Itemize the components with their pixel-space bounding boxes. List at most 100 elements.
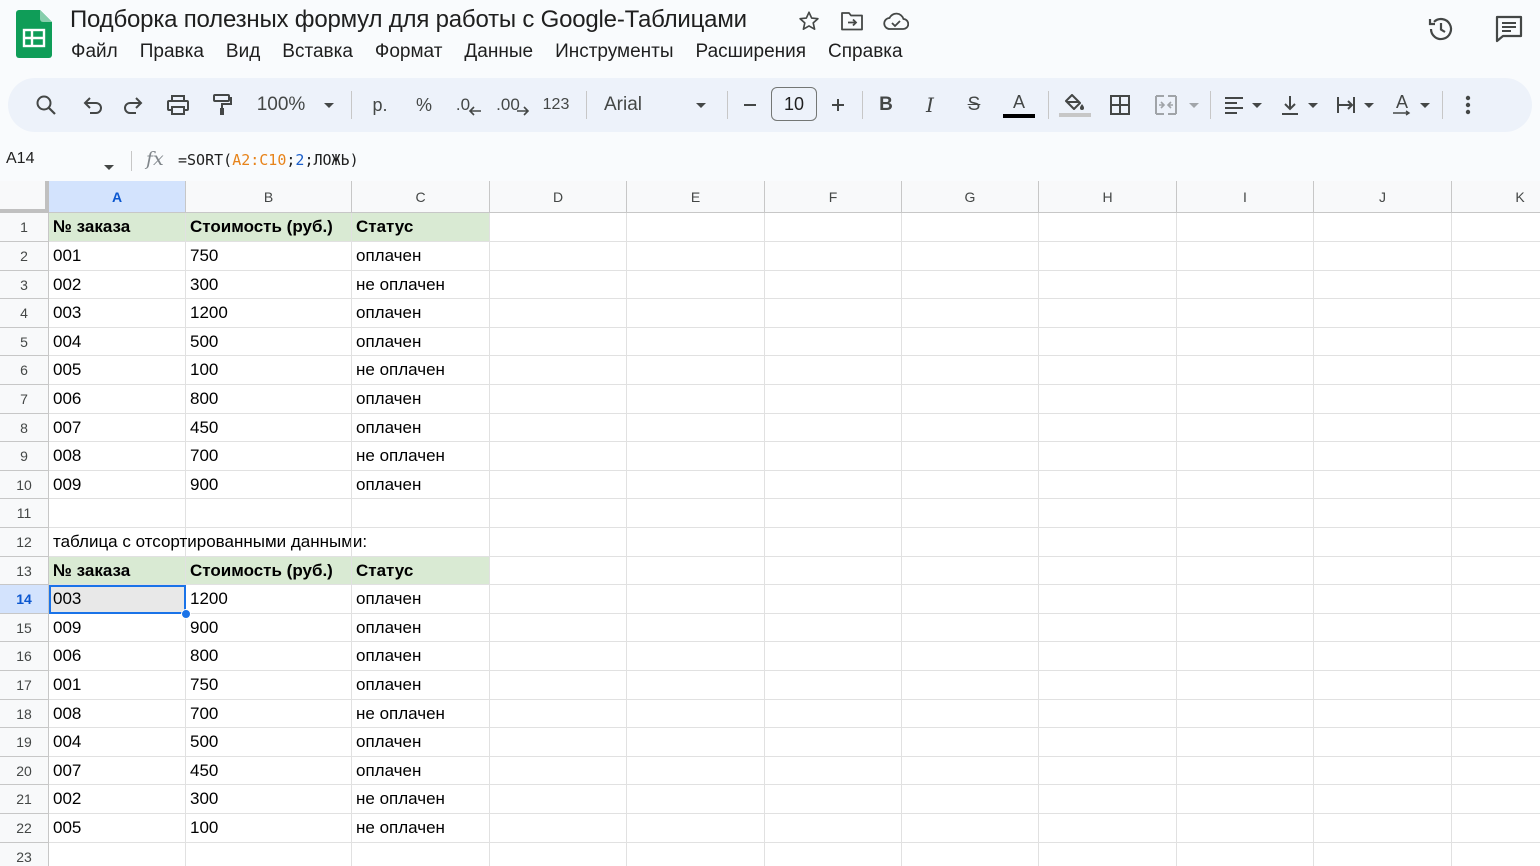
cell-f6[interactable] [765,356,902,385]
star-icon[interactable] [795,8,823,34]
row-header-15[interactable]: 15 [0,613,49,643]
cell-k18[interactable] [1452,700,1540,729]
row-header-8[interactable]: 8 [0,413,49,443]
cell-j12[interactable] [1314,528,1452,557]
cell-k4[interactable] [1452,299,1540,328]
cell-a5[interactable]: 004 [49,327,186,357]
cell-e17[interactable] [627,671,765,700]
cell-e4[interactable] [627,299,765,328]
cell-g14[interactable] [902,585,1039,614]
cell-j13[interactable] [1314,556,1452,586]
cell-d13[interactable] [490,556,627,586]
number-format-button[interactable]: 123 [538,87,574,123]
row-header-17[interactable]: 17 [0,671,49,700]
row-header-13[interactable]: 13 [0,556,49,586]
cell-i23[interactable] [1177,842,1314,866]
cell-i12[interactable] [1177,528,1314,557]
row-header-5[interactable]: 5 [0,327,49,357]
cell-d4[interactable] [490,299,627,328]
cell-k2[interactable] [1452,242,1540,271]
cell-e15[interactable] [627,613,765,643]
fill-color-button[interactable] [1058,87,1092,123]
cell-b18[interactable]: 700 [186,699,352,729]
cell-f2[interactable] [765,242,902,271]
cell-h3[interactable] [1039,270,1177,300]
cell-k11[interactable] [1452,499,1540,528]
font-family-select[interactable]: Arial [604,87,684,123]
cell-k6[interactable] [1452,356,1540,385]
print-icon[interactable] [164,87,192,123]
cell-d14[interactable] [490,585,627,614]
cell-c7[interactable]: оплачен [352,385,490,414]
cell-g7[interactable] [902,385,1039,414]
menu-extensions[interactable]: Расширения [685,38,818,66]
text-rotation-button[interactable]: A [1388,87,1416,123]
rotation-chevron-down-icon[interactable] [1419,87,1431,123]
cell-f17[interactable] [765,671,902,700]
bold-button[interactable]: B [874,87,898,123]
menu-view[interactable]: Вид [215,38,271,66]
cell-g16[interactable] [902,642,1039,671]
cell-j3[interactable] [1314,270,1452,300]
cell-a15[interactable]: 009 [49,613,186,643]
cell-k5[interactable] [1452,328,1540,357]
cell-c20[interactable]: оплачен [352,756,490,786]
cell-e21[interactable] [627,785,765,814]
cell-k10[interactable] [1452,471,1540,500]
cell-g15[interactable] [902,613,1039,643]
cell-k20[interactable] [1452,757,1540,786]
cell-f19[interactable] [765,728,902,757]
cell-g11[interactable] [902,499,1039,528]
cell-h1[interactable] [1039,213,1177,242]
row-header-20[interactable]: 20 [0,756,49,786]
row-header-3[interactable]: 3 [0,270,49,300]
menu-data[interactable]: Данные [453,38,544,66]
fill-handle[interactable] [181,608,191,619]
cell-i2[interactable] [1177,242,1314,271]
align-chevron-down-icon[interactable] [1251,87,1263,123]
cell-k1[interactable] [1452,213,1540,242]
cell-b6[interactable]: 100 [186,356,352,385]
cell-e22[interactable] [627,814,765,843]
cell-i9[interactable] [1177,442,1314,471]
cell-g5[interactable] [902,327,1039,357]
row-header-7[interactable]: 7 [0,385,49,414]
cell-e10[interactable] [627,470,765,500]
cell-e11[interactable] [627,499,765,528]
cell-h17[interactable] [1039,671,1177,700]
cell-b14[interactable]: 1200 [186,585,352,614]
cell-h7[interactable] [1039,385,1177,414]
cell-e7[interactable] [627,385,765,414]
cell-f8[interactable] [765,413,902,443]
cell-h14[interactable] [1039,585,1177,614]
comments-icon[interactable] [1492,12,1526,46]
cell-a9[interactable]: 008 [49,442,186,471]
redo-icon[interactable] [120,87,148,123]
cell-i20[interactable] [1177,756,1314,786]
cell-i16[interactable] [1177,642,1314,671]
column-header-a[interactable]: A [49,181,186,213]
cell-a4[interactable]: 003 [49,299,186,328]
merge-chevron-down-icon[interactable] [1188,87,1200,123]
cell-c4[interactable]: оплачен [352,299,490,328]
cell-f18[interactable] [765,699,902,729]
menu-tools[interactable]: Инструменты [544,38,684,66]
cell-d3[interactable] [490,270,627,300]
cell-b8[interactable]: 450 [186,413,352,443]
select-all-corner[interactable] [0,181,49,213]
row-header-10[interactable]: 10 [0,470,49,500]
name-box-chevron-down-icon[interactable] [104,157,114,175]
cell-a10[interactable]: 009 [49,470,186,500]
cell-k15[interactable] [1452,614,1540,643]
vertical-align-icon[interactable] [1276,87,1304,123]
cell-a22[interactable]: 005 [49,814,186,843]
cell-h9[interactable] [1039,442,1177,471]
decrease-font-size-icon[interactable] [738,87,762,123]
cell-d20[interactable] [490,756,627,786]
cell-c19[interactable]: оплачен [352,728,490,757]
cell-c22[interactable]: не оплачен [352,814,490,843]
cell-e3[interactable] [627,270,765,300]
cell-c11[interactable] [352,499,490,528]
cell-f21[interactable] [765,785,902,814]
cell-j18[interactable] [1314,699,1452,729]
